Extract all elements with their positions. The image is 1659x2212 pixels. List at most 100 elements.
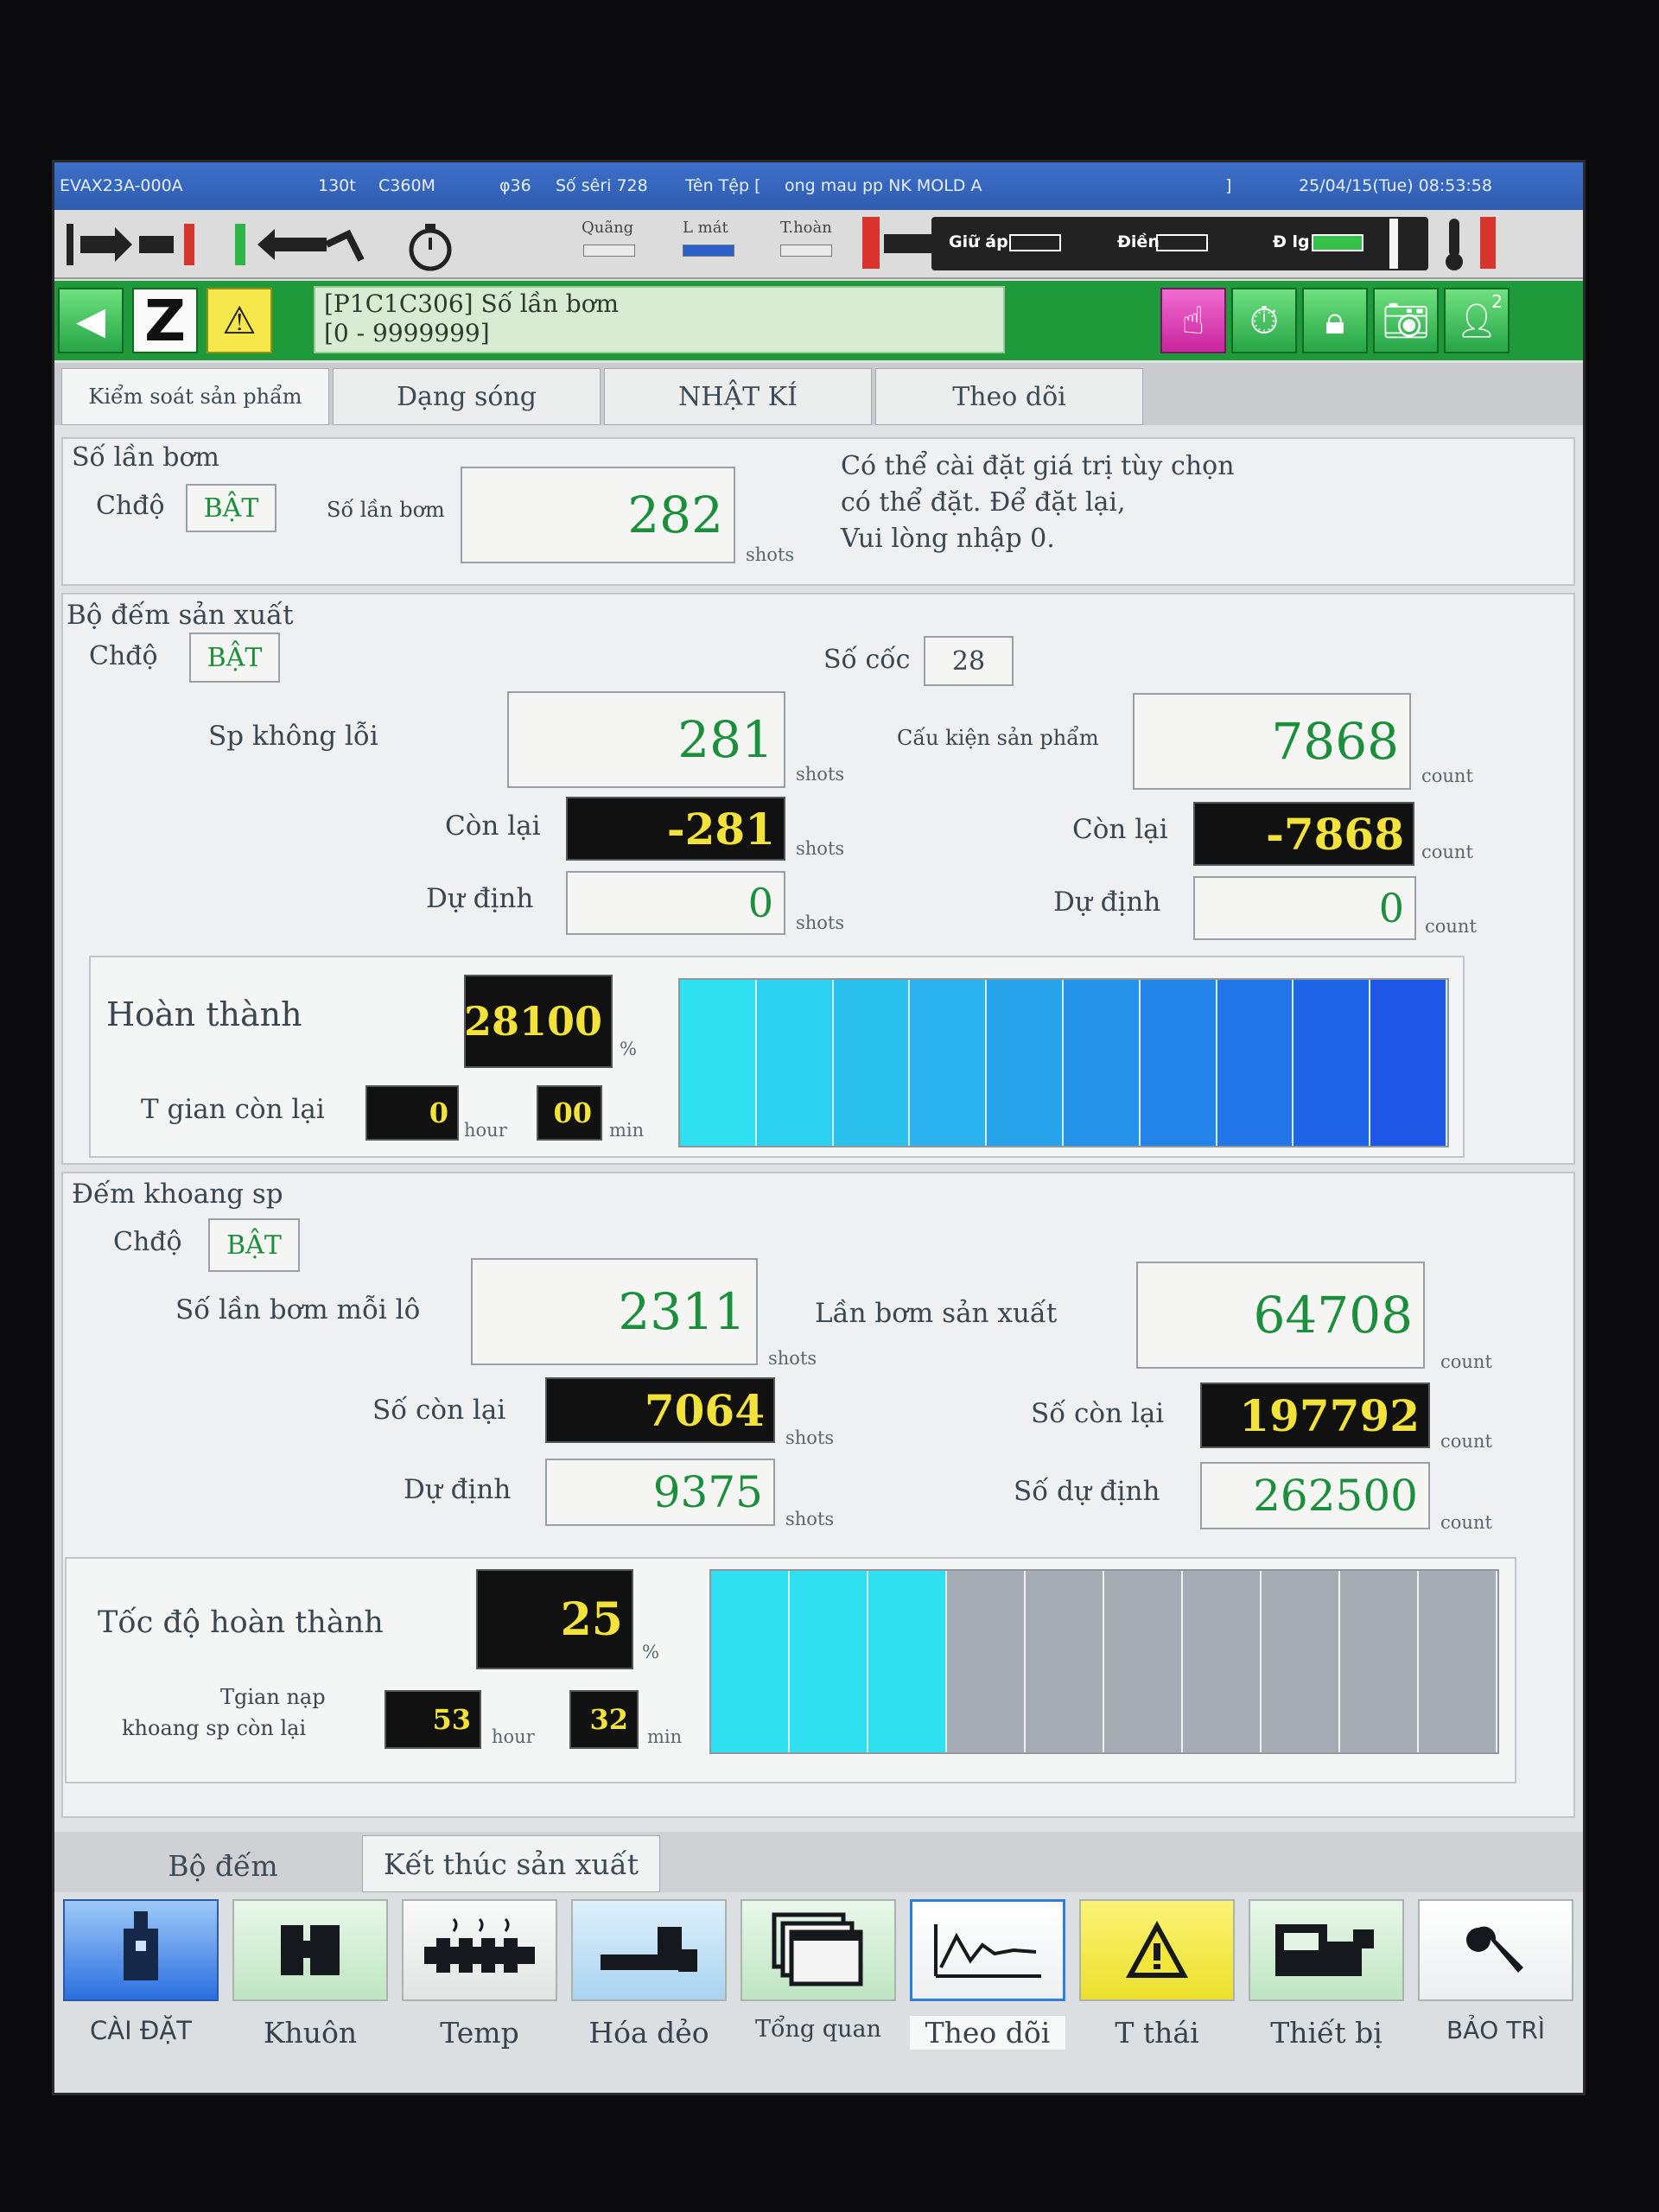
cavity-remain-shots-field: 7064 <box>545 1377 775 1443</box>
cooling-indicator <box>683 245 734 257</box>
nav-status-label: T thái <box>1115 2016 1199 2050</box>
nav-plasticizing-label: Hóa dẻo <box>588 2016 709 2050</box>
plan-parts-field[interactable]: 0 <box>1193 876 1416 940</box>
shot-count-field[interactable]: 282 <box>461 467 735 563</box>
cavity-remain-count-unit: count <box>1440 1431 1492 1452</box>
heater-band-icon <box>402 1899 557 2001</box>
nav-monitor-label: Theo dõi <box>910 2016 1065 2050</box>
remaining-hours-unit: hour <box>464 1120 507 1141</box>
mold-icon <box>232 1899 388 2001</box>
cavity-mode-toggle[interactable]: BẬT <box>208 1218 300 1272</box>
remain-shots-unit: shots <box>796 838 845 859</box>
hold-label: Giữ áp <box>949 232 1008 251</box>
tab-log[interactable]: NHẬT KÍ <box>604 368 872 425</box>
camera-icon[interactable]: 📷︎ <box>1373 288 1439 353</box>
stroke-label: Quãng <box>582 219 634 237</box>
nav-settings[interactable]: CÀI ĐẶT <box>63 1899 219 2093</box>
completion-label: Hoàn thành <box>106 995 302 1033</box>
complete-indicator <box>780 245 832 257</box>
fill-indicator <box>1156 234 1208 251</box>
completion-subpanel: Hoàn thành 28100 % T gian còn lại 0 hour… <box>89 956 1465 1158</box>
lock-icon[interactable]: 🔒︎ <box>1302 288 1368 353</box>
good-parts-field[interactable]: 281 <box>507 691 785 788</box>
overview-windows-icon <box>741 1899 896 2001</box>
production-mode-toggle[interactable]: BẬT <box>189 632 280 683</box>
stopwatch-icon[interactable]: ⏱ <box>1231 288 1297 353</box>
nav-equipment[interactable]: Thiết bị <box>1249 1899 1404 2093</box>
progress-segment <box>1294 980 1371 1146</box>
zero-z-icon[interactable]: Z <box>132 288 198 354</box>
nav-monitor[interactable]: Theo dõi <box>910 1899 1065 2093</box>
progress-segment <box>910 980 988 1146</box>
progress-segment <box>1340 1571 1419 1752</box>
progress-segment <box>1104 1571 1183 1752</box>
good-parts-label: Sp không lỗi <box>208 721 378 752</box>
mold-open-close-icon <box>63 217 201 272</box>
fill-label: Điền <box>1117 232 1160 251</box>
tab-product-control[interactable]: Kiểm soát sản phẩm <box>61 368 329 425</box>
remain-parts-field: -7868 <box>1193 802 1414 866</box>
users-icon[interactable]: 👤︎ 2 <box>1444 288 1510 353</box>
shots-per-lot-field[interactable]: 2311 <box>471 1258 758 1365</box>
cavity-remain-count-field: 197792 <box>1200 1382 1430 1448</box>
fill-time-label-line2: khoang sp còn lại <box>122 1716 307 1740</box>
cooling-label: L mát <box>683 219 728 237</box>
production-counter-panel: Bộ đếm sản xuất Chđộ BẬT Số cốc 28 Sp kh… <box>61 593 1575 1165</box>
nav-temp[interactable]: Temp <box>402 1899 557 2093</box>
cavity-count-field[interactable]: 28 <box>924 636 1014 686</box>
production-shots-field[interactable]: 64708 <box>1136 1262 1425 1369</box>
progress-segment <box>1262 1571 1340 1752</box>
cavity-plan-count-field[interactable]: 262500 <box>1200 1462 1430 1529</box>
tab-monitor[interactable]: Theo dõi <box>875 368 1143 425</box>
fill-time-minutes-unit: min <box>647 1726 683 1747</box>
tab-waveform[interactable]: Dạng sóng <box>333 368 601 425</box>
nav-mold[interactable]: Khuôn <box>232 1899 388 2093</box>
message-line-1: [P1C1C306] Số lần bơm <box>324 289 620 318</box>
file-bracket: ] <box>1225 176 1232 195</box>
nav-maintenance[interactable]: BẢO TRÌ <box>1418 1899 1573 2093</box>
progress-segment <box>1026 1571 1104 1752</box>
injection-rod <box>884 234 931 253</box>
plan-parts-label: Dự định <box>1053 887 1161 918</box>
remain-shots-label: Còn lại <box>445 810 541 842</box>
status-bar: Quãng L mát T.hoàn Giữ áp Điền Đ lg <box>54 210 1583 279</box>
note-line-2: có thể đặt. Để đặt lại, <box>841 487 1126 518</box>
progress-segment <box>1140 980 1217 1146</box>
tab-end-production[interactable]: Kết thúc sản xuất <box>362 1835 660 1892</box>
shot-mode-toggle[interactable]: BẬT <box>186 484 276 532</box>
note-line-1: Có thể cài đặt giá trị tùy chọn <box>841 451 1235 481</box>
back-button[interactable]: ◀ <box>58 288 124 353</box>
remaining-minutes: 00 <box>537 1085 602 1141</box>
ejector-icon <box>232 217 370 272</box>
cavity-plan-shots-unit: shots <box>785 1509 835 1529</box>
shots-per-lot-unit: shots <box>768 1348 817 1369</box>
machine-model: EVAX23A-000A <box>60 176 183 195</box>
note-line-3: Vui lòng nhập 0. <box>841 524 1055 554</box>
nav-status[interactable]: T thái <box>1079 1899 1235 2093</box>
remaining-minutes-unit: min <box>609 1120 645 1141</box>
file-label: Tên Tệp [ <box>685 176 761 195</box>
cavity-plan-shots-field[interactable]: 9375 <box>545 1459 775 1526</box>
nav-settings-label: CÀI ĐẶT <box>90 2016 192 2045</box>
production-shots-unit: count <box>1440 1351 1492 1372</box>
cavity-counter-title: Đếm khoang sp <box>72 1179 283 1210</box>
machine-icon <box>1249 1899 1404 2001</box>
fill-time-hours: 53 <box>385 1690 481 1749</box>
nav-overview[interactable]: Tổng quan <box>741 1899 896 2093</box>
parameter-message: [P1C1C306] Số lần bơm [0 - 9999999] <box>314 286 1005 353</box>
touch-hand-icon[interactable]: ☝ <box>1160 288 1226 353</box>
nav-plasticizing[interactable]: Hóa dẻo <box>571 1899 727 2093</box>
bottom-tab-bar: Bộ đếm Kết thúc sản xuất <box>54 1832 1583 1892</box>
tab-counter[interactable]: Bộ đếm <box>89 1839 357 1892</box>
remain-parts-label: Còn lại <box>1072 814 1168 845</box>
fill-time-hours-unit: hour <box>492 1726 535 1747</box>
nav-equipment-label: Thiết bị <box>1270 2016 1382 2050</box>
warning-icon[interactable]: ⚠ <box>207 288 272 353</box>
product-parts-field[interactable]: 7868 <box>1133 693 1411 790</box>
nav-temp-label: Temp <box>440 2016 519 2050</box>
screw-tip <box>1389 219 1398 269</box>
cavity-plan-count-unit: count <box>1440 1512 1492 1533</box>
plan-shots-field[interactable]: 0 <box>566 871 785 935</box>
product-parts-unit: count <box>1421 766 1473 786</box>
unit-model: C360M <box>378 176 435 195</box>
